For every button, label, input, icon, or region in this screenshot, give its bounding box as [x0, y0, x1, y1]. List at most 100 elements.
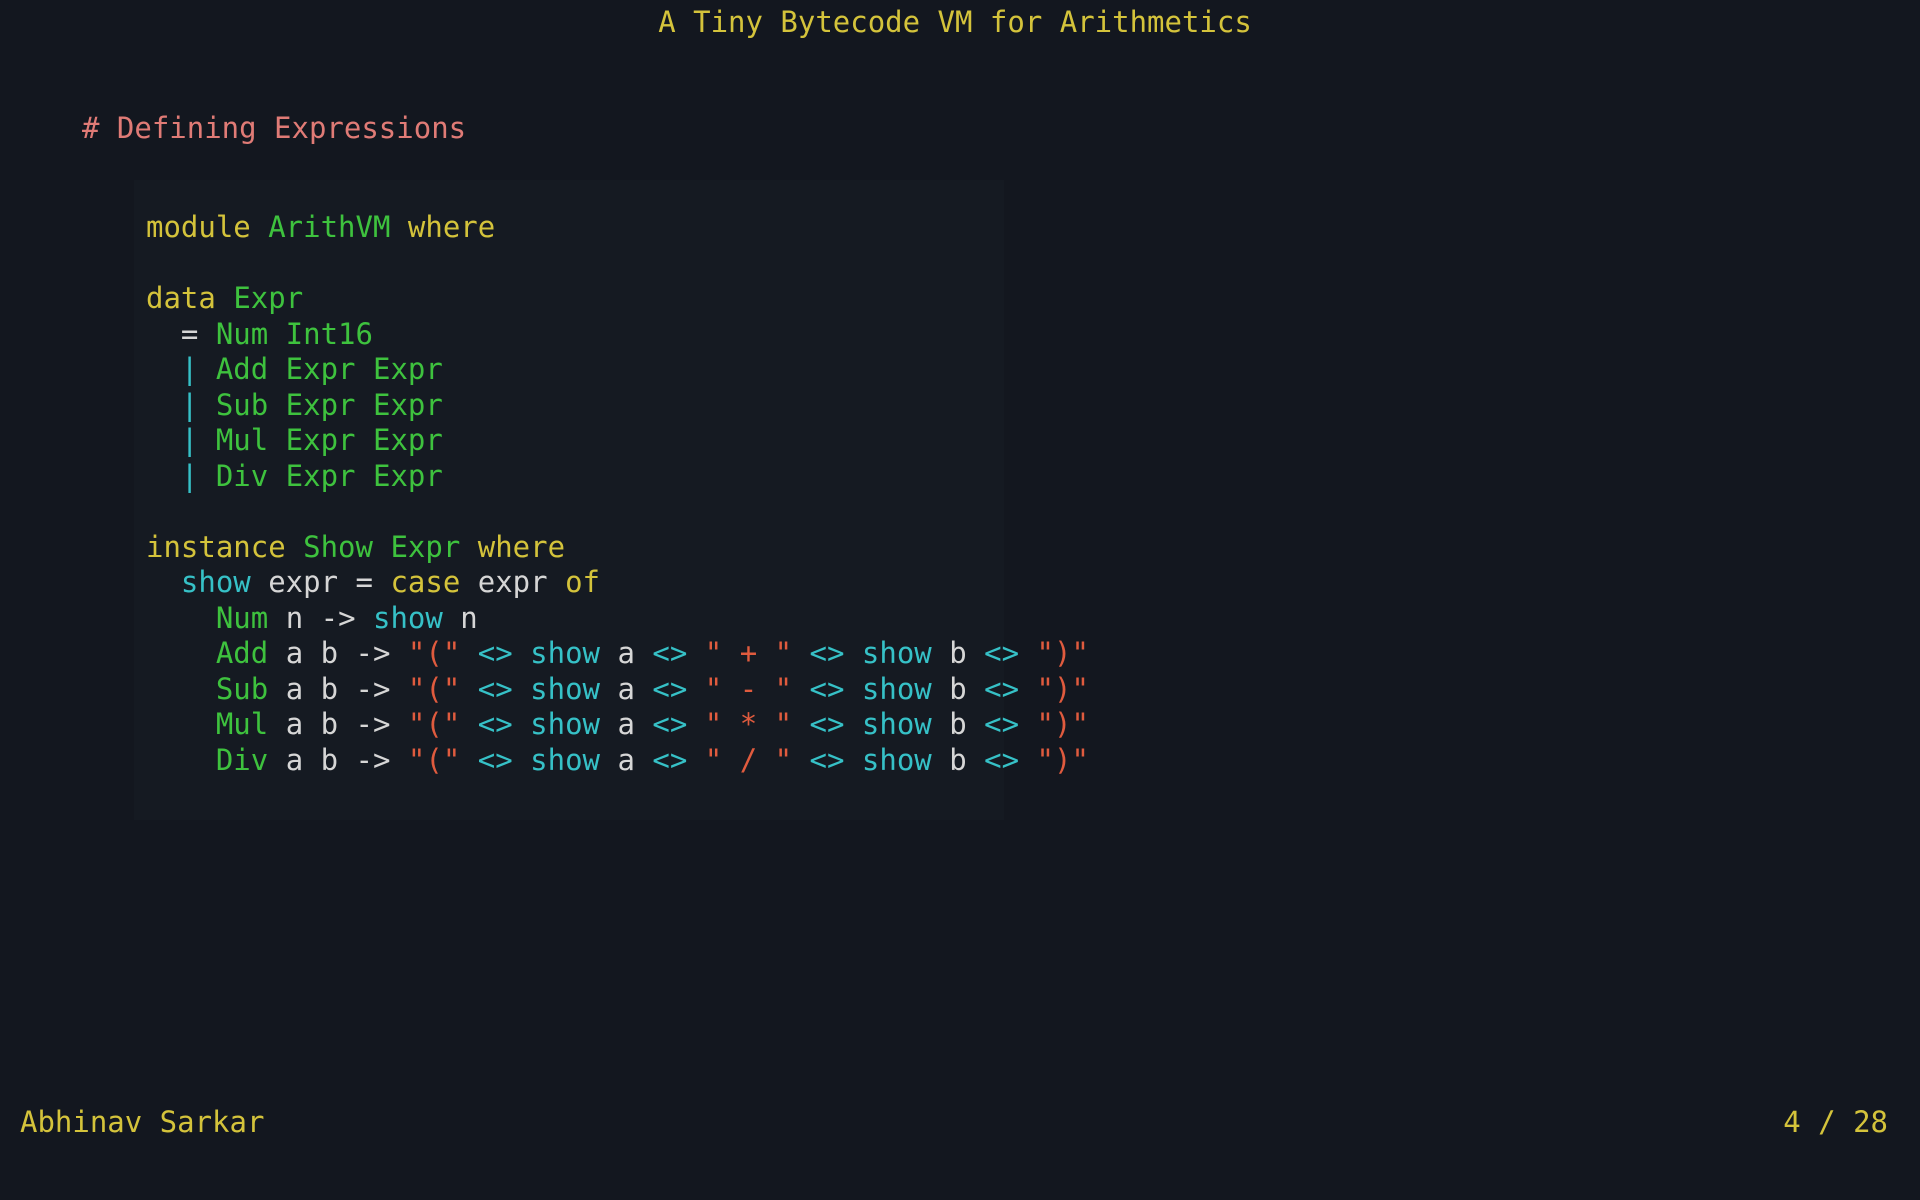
code-token-operator: <> — [809, 671, 862, 706]
code-token-type: Mul — [215, 707, 269, 741]
code-token-operator: <> — [652, 742, 688, 777]
code-token-plain: expr = — [250, 565, 391, 599]
code-token-string: " + " — [687, 636, 810, 670]
code-token-operator: <> — [809, 742, 862, 777]
code-token-plain: b — [931, 707, 985, 741]
code-line: Sub a b -> "(" <> show a <> " - " <> sho… — [146, 671, 1089, 708]
code-token-type: Mul Expr Expr — [215, 423, 443, 457]
code-token-function: show — [530, 742, 600, 777]
code-token-string: " - " — [687, 671, 810, 706]
code-token-type: Show Expr — [303, 529, 461, 564]
code-token-string: ")" — [1036, 636, 1089, 670]
code-token-plain: a — [600, 671, 653, 706]
code-line: module ArithVM where — [146, 210, 1004, 246]
code-token-keyword: data — [146, 281, 234, 315]
code-token-operator: <> — [652, 636, 688, 670]
footer-author: Abhinav Sarkar — [20, 1105, 265, 1139]
code-token-operator: <> — [652, 671, 688, 706]
code-token-string: "(" — [407, 707, 461, 741]
code-line: instance Show Expr where — [146, 530, 1004, 566]
code-token-string: " / " — [687, 742, 810, 777]
code-token-plain: b — [931, 671, 985, 706]
code-token-type: Sub Expr Expr — [215, 387, 443, 422]
code-token-keyword: instance — [146, 529, 304, 564]
slide-title: A Tiny Bytecode VM for Arithmetics — [658, 5, 1252, 39]
code-token-type: Sub — [215, 671, 269, 706]
code-line: = Num Int16 — [146, 317, 1004, 353]
code-token-keyword: case — [390, 565, 461, 599]
code-line: Mul a b -> "(" <> show a <> " * " <> sho… — [146, 707, 1089, 743]
code-line: data Expr — [146, 281, 1004, 317]
code-token-string: " * " — [687, 707, 810, 741]
code-token-type: Div — [215, 742, 269, 777]
code-token-type: Add Expr Expr — [215, 352, 443, 386]
code-token-keyword: of — [565, 565, 600, 599]
code-token-keyword: module — [146, 210, 269, 244]
code-token-operator: | — [146, 387, 216, 422]
code-token-operator: | — [146, 458, 216, 493]
code-line: | Sub Expr Expr — [146, 388, 1004, 424]
code-block: module ArithVM where data Expr = Num Int1… — [134, 180, 1089, 820]
code-token-function: show — [530, 636, 600, 670]
code-token-function: show — [861, 707, 932, 741]
code-token-function: show — [180, 565, 251, 599]
code-token-string: ")" — [1036, 742, 1089, 777]
code-token-string: "(" — [407, 671, 461, 706]
code-token-string: "(" — [407, 742, 461, 777]
code-token-keyword: where — [390, 210, 496, 244]
code-token-operator: <> — [984, 671, 1037, 706]
code-token-type: Div Expr Expr — [215, 458, 443, 493]
code-line: | Mul Expr Expr — [146, 423, 1004, 459]
code-token-plain: a b -> — [268, 742, 408, 777]
code-token-function: show — [861, 636, 932, 670]
code-token-type: Num Int16 — [215, 316, 373, 351]
code-token-type: ArithVM — [268, 210, 391, 244]
page-counter: 4 / 28 — [1783, 1105, 1888, 1139]
code-token-type: Add — [215, 636, 269, 670]
code-token-string: "(" — [407, 636, 461, 670]
code-token-plain: a b -> — [268, 636, 408, 670]
code-token-operator: <> — [460, 742, 531, 777]
code-token-function: show — [530, 671, 600, 706]
code-token-string: ")" — [1036, 671, 1089, 706]
code-token-function: show — [530, 707, 600, 741]
code-line: | Add Expr Expr — [146, 352, 1004, 388]
code-token-operator: <> — [460, 636, 531, 670]
code-token-plain: a b -> — [268, 707, 408, 741]
code-token-operator: | — [146, 352, 216, 386]
code-token-operator: <> — [809, 636, 862, 670]
code-token-string: ")" — [1036, 707, 1089, 741]
code-line: show expr = case expr of — [146, 565, 1004, 601]
code-line: Num n -> show n — [146, 601, 1004, 637]
section-heading: # Defining Expressions — [82, 111, 467, 145]
code-token-plain: n -> — [268, 600, 373, 635]
code-token-operator: <> — [984, 742, 1037, 777]
code-token-function: show — [861, 742, 932, 777]
code-line: Div a b -> "(" <> show a <> " / " <> sho… — [146, 742, 1089, 779]
code-token-plain: n — [442, 600, 478, 635]
code-token-plain: b — [931, 742, 985, 777]
code-token-function: show — [373, 600, 443, 635]
code-token-keyword: where — [460, 529, 566, 564]
code-token-operator: <> — [809, 707, 862, 741]
code-token-plain: a — [600, 707, 653, 741]
code-line: Add a b -> "(" <> show a <> " + " <> sho… — [146, 636, 1089, 672]
code-token-operator: | — [146, 423, 216, 457]
code-token-plain: a b -> — [268, 671, 408, 706]
code-token-type: Expr — [233, 281, 304, 315]
code-token-operator: <> — [652, 707, 688, 741]
code-token-function: show — [861, 671, 932, 706]
code-token-type: Num — [215, 600, 269, 635]
code-token-plain: a — [600, 636, 653, 670]
code-token-operator: <> — [460, 671, 531, 706]
code-token-plain: a — [600, 742, 653, 777]
code-token-plain: expr — [460, 565, 566, 599]
